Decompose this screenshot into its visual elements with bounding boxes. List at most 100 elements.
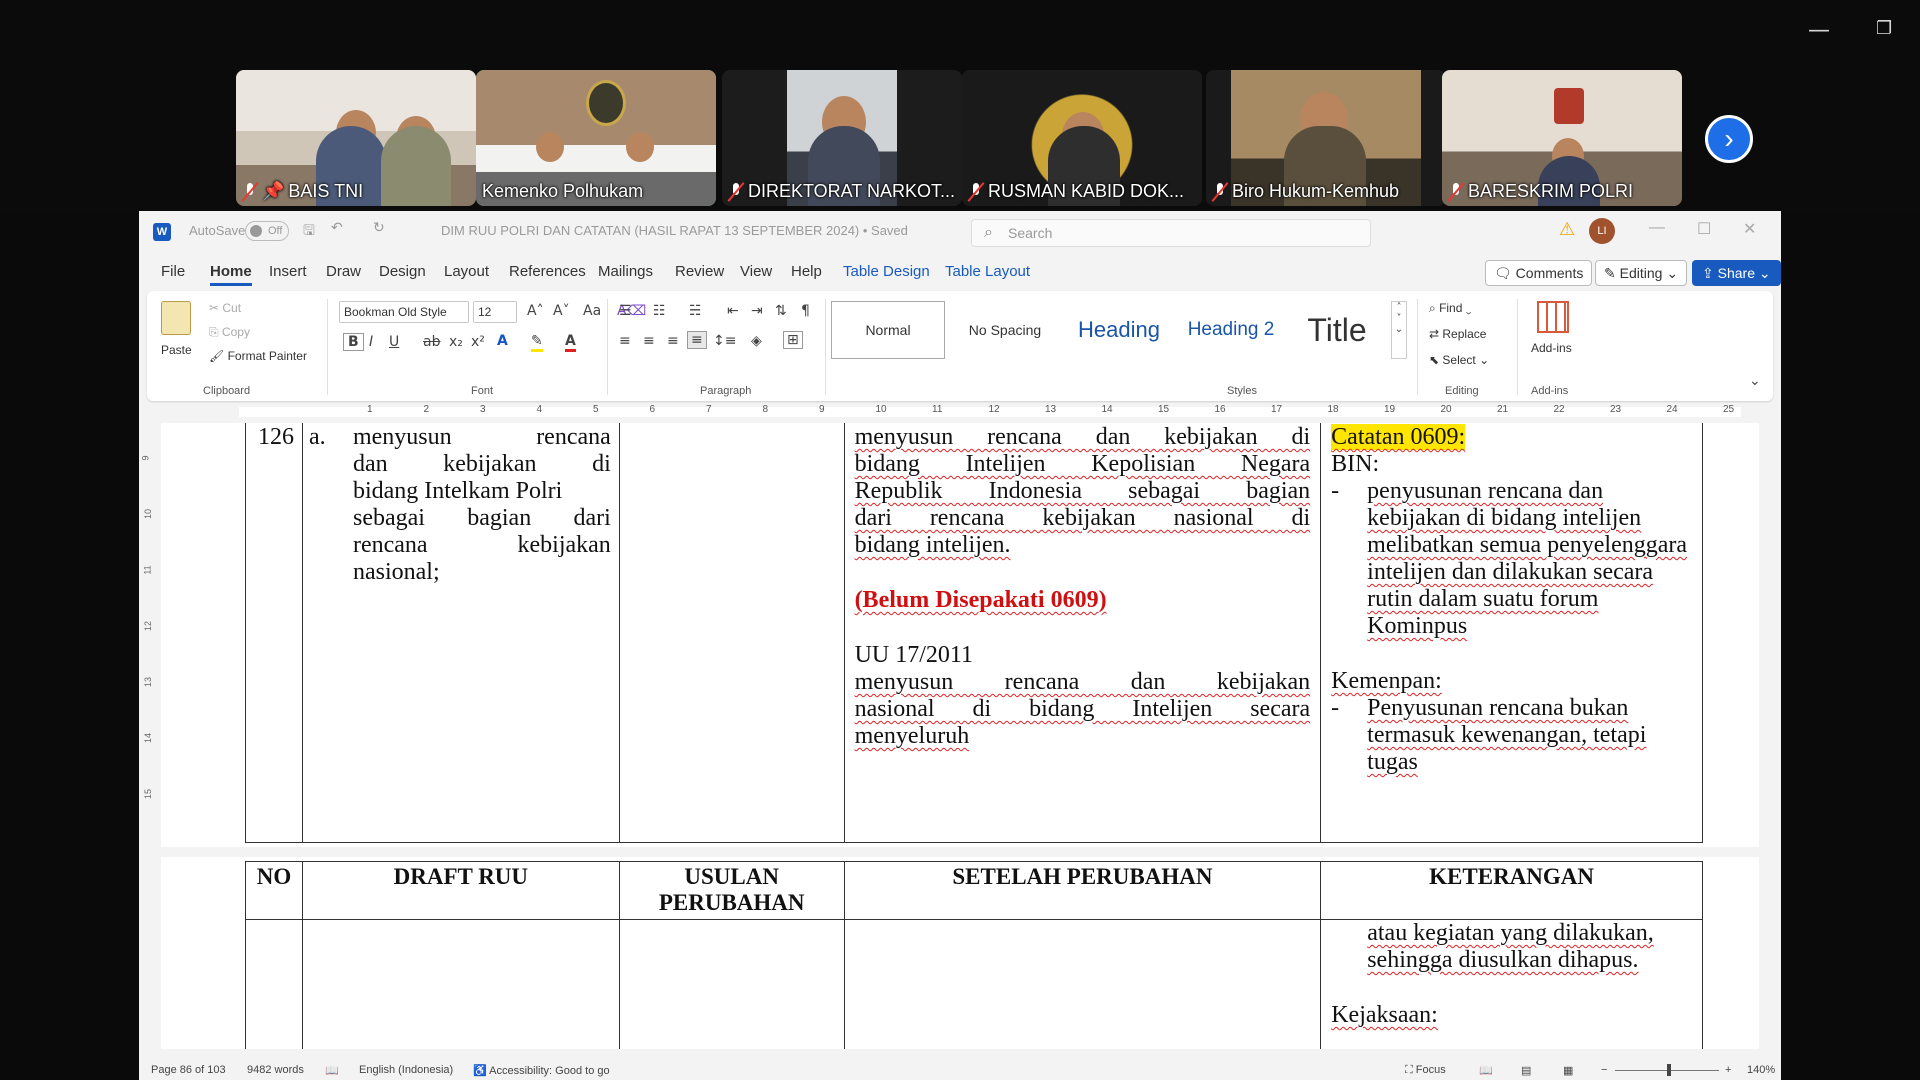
style-title[interactable]: Title [1287,301,1387,359]
zoom-out-icon[interactable]: − [1601,1064,1607,1076]
bold-icon[interactable]: B [343,333,364,351]
decrease-indent-icon[interactable]: ⇤ [727,303,739,319]
show-formatting-icon[interactable]: ¶ [801,303,810,319]
warning-icon[interactable]: ⚠ [1559,219,1575,240]
style-heading[interactable]: Heading [1065,301,1173,359]
add-ins-icon[interactable] [1537,301,1569,333]
document-page[interactable]: 126 a. menyusun rencana dan kebijakan di… [161,423,1759,1049]
shrink-font-icon[interactable]: A˅ [553,303,570,319]
undo-icon[interactable]: ↶ [331,220,343,236]
group-label-font: Font [471,385,494,397]
vertical-ruler[interactable]: 9 10 11 12 13 14 15 [139,423,161,1043]
minimize-icon[interactable]: — [1808,18,1830,43]
style-heading-2[interactable]: Heading 2 [1175,301,1287,359]
multilevel-list-icon[interactable]: ☵ [689,303,702,319]
proofing-icon[interactable]: 📖 [325,1064,339,1077]
read-mode-icon[interactable]: 📖 [1479,1064,1493,1077]
tab-file[interactable]: File [161,263,185,280]
replace-label: Replace [1442,327,1487,341]
sort-icon[interactable]: ⇅ [775,303,787,319]
participant-tile[interactable]: DIREKTORAT NARKOT... [722,70,962,206]
tab-layout[interactable]: Layout [444,263,489,280]
bullets-icon[interactable]: ☰ [619,303,632,319]
grow-font-icon[interactable]: A˄ [527,303,544,319]
tab-view[interactable]: View [740,263,772,280]
ruler-tick-label: 15 [1158,404,1170,415]
redo-icon[interactable]: ↻ [373,220,385,236]
save-icon[interactable]: 🖫 [303,220,315,244]
italic-icon[interactable]: I [369,334,373,350]
format-painter-button[interactable]: 🖌 Format Painter [209,349,307,363]
share-button[interactable]: ⇪ Share ⌄ [1692,260,1781,286]
tab-insert[interactable]: Insert [269,263,307,280]
text-effects-icon[interactable]: A [497,333,508,349]
participant-tile[interactable]: Biro Hukum-Kemhub [1206,70,1446,206]
shading-icon[interactable]: ◈ [751,333,762,349]
search-input[interactable]: Search [971,219,1371,247]
align-right-icon[interactable]: ≡ [667,333,679,349]
replace-button[interactable]: ⇄ Replace [1429,327,1486,341]
select-button[interactable]: ⬉ Select ⌄ [1429,353,1489,367]
print-layout-icon[interactable]: ▤ [1521,1064,1531,1077]
align-left-icon[interactable]: ≡ [619,333,631,349]
font-size-select[interactable]: 12 [473,301,517,323]
styles-scroll-icon[interactable]: ˄ ˅ ⌄ [1391,301,1407,359]
language-indicator[interactable]: English (Indonesia) [359,1064,453,1076]
cut-button[interactable]: ✂ Cut [209,301,241,315]
word-count[interactable]: 9482 words [247,1064,304,1076]
increase-indent-icon[interactable]: ⇥ [751,303,763,319]
page-count[interactable]: Page 86 of 103 [151,1064,226,1076]
justify-icon[interactable]: ≡ [687,331,707,349]
horizontal-ruler[interactable]: 1 2 3 4 5 6 7 8 9 10 11 12 13 14 15 16 17 18 19 20 21 22 23 24 2… [139,403,1781,421]
zoom-level[interactable]: 140% [1747,1064,1775,1076]
avatar[interactable]: LI [1589,218,1615,244]
style-no-spacing[interactable]: No Spacing [949,301,1061,359]
font-color-icon[interactable]: A [565,333,576,352]
numbering-icon[interactable]: ☷ [653,303,666,319]
borders-icon[interactable]: ⊞ [783,331,803,349]
autosave-toggle[interactable]: Off [245,221,289,241]
tab-table-design[interactable]: Table Design [843,263,930,280]
find-button[interactable]: ⌕ Find ⌄ [1429,301,1471,316]
paste-button[interactable]: Paste [161,343,192,357]
collapse-ribbon-icon[interactable]: ⌄ [1749,373,1761,389]
participant-tile[interactable]: BARESKRIM POLRI [1442,70,1682,206]
font-name-select[interactable]: Bookman Old Style [339,301,469,323]
participant-tile[interactable]: RUSMAN KABID DOK... [962,70,1202,206]
change-case-icon[interactable]: Aa [583,303,601,319]
tab-home[interactable]: Home [210,263,252,286]
comments-button[interactable]: 🗨 Comments [1485,260,1593,286]
next-page-button[interactable]: › [1705,115,1753,163]
focus-button[interactable]: ⛶ Focus [1405,1064,1446,1077]
superscript-icon[interactable]: x² [471,334,485,350]
highlight-icon[interactable]: ✎ [531,333,543,352]
add-ins-button[interactable]: Add-ins [1531,341,1572,355]
style-normal[interactable]: Normal [831,301,945,359]
line-spacing-icon[interactable]: ↕≡ [713,333,736,349]
zoom-slider-thumb[interactable] [1667,1064,1671,1076]
tab-table-layout[interactable]: Table Layout [945,263,1030,280]
participant-tile[interactable]: 📌 BAIS TNI [236,70,476,206]
subscript-icon[interactable]: x₂ [449,334,463,350]
copy-button[interactable]: ⎘ Copy [209,325,250,340]
editing-mode-button[interactable]: ✎ Editing ⌄ [1595,260,1688,286]
restore-icon[interactable]: ❐ [1876,18,1892,39]
underline-icon[interactable]: U [389,334,399,350]
tab-review[interactable]: Review [675,263,724,280]
tab-design[interactable]: Design [379,263,426,280]
participant-tile[interactable]: Kemenko Polhukam [476,70,716,206]
document-title[interactable]: DIM RUU POLRI DAN CATATAN (HASIL RAPAT 1… [441,223,908,238]
tab-mailings[interactable]: Mailings [598,263,653,280]
tab-help[interactable]: Help [791,263,822,280]
tab-references[interactable]: References [509,263,586,280]
accessibility-status[interactable]: ♿ Accessibility: Good to go [473,1064,610,1077]
web-layout-icon[interactable]: ▦ [1563,1064,1573,1077]
strikethrough-icon[interactable]: ab [423,334,440,350]
zoom-in-icon[interactable]: + [1725,1064,1731,1076]
maximize-icon[interactable]: ☐ [1697,219,1711,239]
minimize-icon[interactable]: — [1649,219,1665,237]
paste-icon[interactable] [161,301,191,335]
align-center-icon[interactable]: ≡ [643,333,655,349]
close-icon[interactable]: ✕ [1743,219,1756,239]
tab-draw[interactable]: Draw [326,263,361,280]
